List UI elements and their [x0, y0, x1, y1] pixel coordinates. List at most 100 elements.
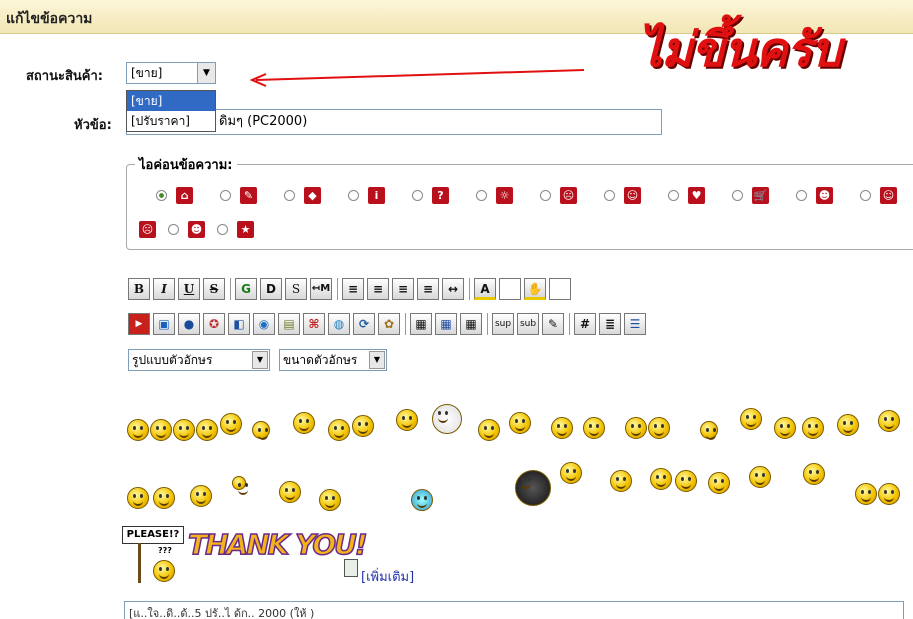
font-color-button[interactable]: A: [474, 278, 496, 300]
subscript-button[interactable]: sub: [517, 313, 539, 335]
list-button[interactable]: ☰: [624, 313, 646, 335]
smiley-icon[interactable]: [150, 419, 172, 441]
thank-you-sticker[interactable]: THANK YOU!: [187, 527, 368, 562]
singer-smiley-icon[interactable]: [675, 470, 697, 492]
align-left-button[interactable]: ≡: [342, 278, 364, 300]
icon-radio-6[interactable]: [476, 190, 487, 201]
media-player-icon[interactable]: ◧: [228, 313, 250, 335]
pdf-icon[interactable]: ⌘: [303, 313, 325, 335]
smiley-icon[interactable]: [837, 414, 859, 436]
table-row-icon[interactable]: ▦: [435, 313, 457, 335]
drummer-smiley-icon[interactable]: [610, 470, 632, 492]
italic-button[interactable]: I: [153, 278, 175, 300]
shadow-s-button[interactable]: S: [285, 278, 307, 300]
smiley-icon[interactable]: [190, 485, 212, 507]
smiley-icon[interactable]: [153, 487, 175, 509]
more-smileys-link[interactable]: [เพิ่มเติม]: [361, 566, 414, 587]
code-button[interactable]: #: [574, 313, 596, 335]
smiley-icon[interactable]: [700, 421, 718, 440]
smiley-icon[interactable]: [478, 419, 500, 441]
afro-smiley-icon[interactable]: [515, 470, 551, 506]
smiley-icon[interactable]: [252, 421, 270, 440]
smiley-icon[interactable]: [328, 419, 350, 441]
smiley-icon[interactable]: [232, 476, 248, 495]
underline-button[interactable]: U: [178, 278, 200, 300]
smiley-icon[interactable]: [411, 489, 433, 511]
flash-icon[interactable]: ✪: [203, 313, 225, 335]
superscript-button[interactable]: sup: [492, 313, 514, 335]
smiley-icon[interactable]: [802, 417, 824, 439]
status-option-price-adjust[interactable]: [ปรับราคา]: [127, 111, 215, 131]
smiley-icon[interactable]: [509, 412, 531, 434]
highlight-button[interactable]: ✋: [524, 278, 546, 300]
bold-button[interactable]: B: [128, 278, 150, 300]
rocker-smiley-icon[interactable]: [749, 466, 771, 488]
icon-radio-12[interactable]: [860, 190, 871, 201]
confused-smiley-icon[interactable]: [153, 560, 175, 582]
quote-button[interactable]: ≣: [599, 313, 621, 335]
table-cell-icon[interactable]: ▦: [460, 313, 482, 335]
align-center-button[interactable]: ≡: [367, 278, 389, 300]
smiley-icon[interactable]: [583, 417, 605, 439]
smiley-icon[interactable]: [293, 412, 315, 434]
guitar-smiley-icon[interactable]: [708, 472, 730, 494]
play-icon[interactable]: ●: [178, 313, 200, 335]
guitar-smiley-icon[interactable]: [560, 462, 582, 484]
status-option-sell[interactable]: [ขาย]: [127, 91, 215, 111]
shadow-button[interactable]: D: [260, 278, 282, 300]
font-color-swatch[interactable]: [499, 278, 521, 300]
trophy-smiley-icon[interactable]: [396, 409, 418, 431]
please-sign-sticker[interactable]: PLEASE!?: [122, 526, 184, 544]
smiley-icon[interactable]: [220, 413, 242, 435]
icon-radio-2[interactable]: [220, 190, 231, 201]
smiley-icon[interactable]: [625, 417, 647, 439]
smiley-icon[interactable]: [127, 487, 149, 509]
smiley-icon[interactable]: [648, 417, 670, 439]
email-icon[interactable]: ⟳: [353, 313, 375, 335]
highlight-color-swatch[interactable]: [549, 278, 571, 300]
more-smileys-icon[interactable]: [344, 559, 358, 577]
smiley-icon[interactable]: [740, 408, 762, 430]
icon-radio-3[interactable]: [284, 190, 295, 201]
chevron-down-icon[interactable]: ▼: [369, 351, 385, 369]
strike-button[interactable]: S: [203, 278, 225, 300]
icon-radio-5[interactable]: [412, 190, 423, 201]
smiley-icon[interactable]: [173, 419, 195, 441]
icon-radio-10[interactable]: [732, 190, 743, 201]
icon-radio-4[interactable]: [348, 190, 359, 201]
font-size-select[interactable]: ขนาดตัวอักษร ▼: [279, 349, 387, 371]
justify-button[interactable]: ≡: [417, 278, 439, 300]
icon-radio-8[interactable]: [604, 190, 615, 201]
status-dropdown-list[interactable]: [ขาย] [ปรับราคา]: [126, 90, 216, 132]
guitar-smiley-icon[interactable]: [650, 468, 672, 490]
icon-radio-9[interactable]: [668, 190, 679, 201]
quicktime-icon[interactable]: ◉: [253, 313, 275, 335]
smiley-icon[interactable]: [127, 419, 149, 441]
icon-radio-13[interactable]: [168, 224, 179, 235]
smiley-icon[interactable]: [878, 410, 900, 432]
globe-link-icon[interactable]: ◍: [328, 313, 350, 335]
icon-radio-7[interactable]: [540, 190, 551, 201]
ftp-icon[interactable]: ✿: [378, 313, 400, 335]
chevron-down-icon[interactable]: ▼: [197, 63, 215, 83]
image-icon[interactable]: ▤: [278, 313, 300, 335]
cheers-smiley-icon[interactable]: [878, 483, 900, 505]
icon-radio-1[interactable]: [156, 190, 167, 201]
message-textarea[interactable]: [แ..ใจ..ดิ..ด้..5 ปรั..ไ ด้ก.. 2000 (ให้…: [124, 601, 904, 619]
table-icon[interactable]: ▦: [410, 313, 432, 335]
violin-smiley-icon[interactable]: [803, 463, 825, 485]
horizontal-rule-button[interactable]: ↔: [442, 278, 464, 300]
glow-button[interactable]: G: [235, 278, 257, 300]
spiky-smiley-icon[interactable]: [432, 404, 462, 434]
smiley-icon[interactable]: [551, 417, 573, 439]
smiley-icon[interactable]: [279, 481, 301, 503]
tv-icon[interactable]: ▣: [153, 313, 175, 335]
chevron-down-icon[interactable]: ▼: [252, 351, 268, 369]
smiley-icon[interactable]: [855, 483, 877, 505]
sniper-smiley-icon[interactable]: [319, 489, 341, 511]
smiley-icon[interactable]: [352, 415, 374, 437]
font-face-select[interactable]: รูปแบบตัวอักษร ▼: [128, 349, 270, 371]
teletype-icon[interactable]: ✎: [542, 313, 564, 335]
icon-radio-14[interactable]: [217, 224, 228, 235]
status-select[interactable]: [ขาย] ▼: [126, 62, 216, 84]
